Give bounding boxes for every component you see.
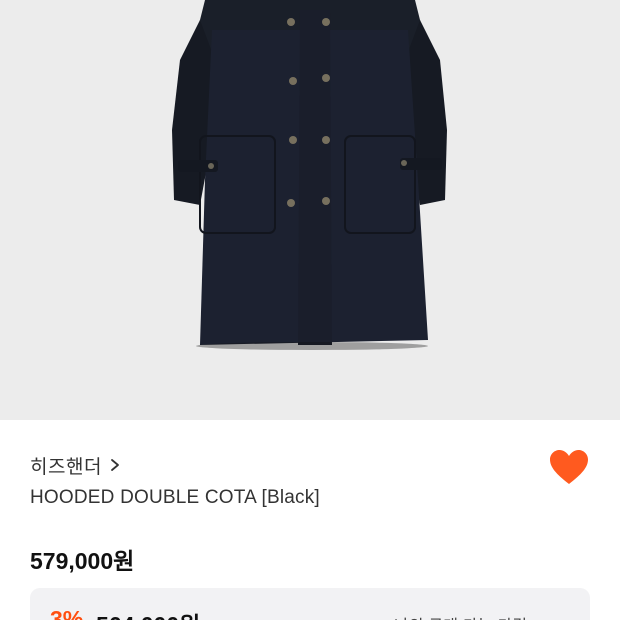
coupon-price-box[interactable]: 3% 564,000원 나의 구매 가능 가격 xyxy=(30,588,590,620)
brand-link[interactable]: 히즈핸더 xyxy=(30,450,122,480)
brand-name: 히즈핸더 xyxy=(30,455,102,478)
product-title: HOODED DOUBLE COTA [Black] xyxy=(30,487,320,508)
product-price: 579,000원 xyxy=(30,548,135,574)
purchasable-price-label: 나의 구매 가능 가격 xyxy=(394,612,527,620)
discount-rate: 3% xyxy=(50,606,84,620)
discounted-price: 564,000원 xyxy=(96,606,200,620)
coat-illustration xyxy=(172,0,447,350)
heart-icon[interactable] xyxy=(548,448,590,488)
product-image[interactable] xyxy=(0,0,620,420)
chevron-right-icon xyxy=(111,459,119,471)
